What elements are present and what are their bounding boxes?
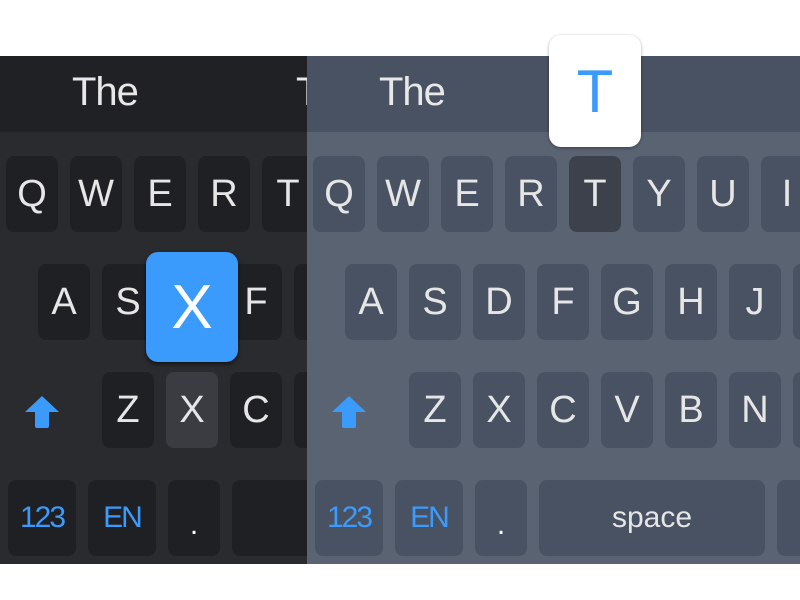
key-j[interactable]: J	[729, 264, 781, 340]
suggestion-word[interactable]: The	[72, 70, 139, 115]
key-s[interactable]: S	[409, 264, 461, 340]
key-a[interactable]: A	[345, 264, 397, 340]
numbers-key[interactable]: 123	[315, 480, 383, 556]
language-key[interactable]: EN	[395, 480, 463, 556]
key-t-pressed[interactable]: T	[569, 156, 621, 232]
key-k[interactable]	[793, 264, 800, 340]
key-r[interactable]: R	[198, 156, 250, 232]
key-i[interactable]: I	[761, 156, 800, 232]
language-key[interactable]: EN	[88, 480, 156, 556]
next-key[interactable]	[777, 480, 800, 556]
key-preview-popup-x: X	[146, 252, 238, 362]
key-c[interactable]: C	[230, 372, 282, 448]
key-a[interactable]: A	[38, 264, 90, 340]
key-m[interactable]	[793, 372, 800, 448]
suggestion-bar: The T	[0, 56, 307, 132]
key-u[interactable]: U	[697, 156, 749, 232]
numbers-key[interactable]: 123	[8, 480, 76, 556]
key-r[interactable]: R	[505, 156, 557, 232]
shift-key[interactable]	[323, 372, 375, 448]
period-key[interactable]: .	[475, 480, 527, 556]
key-d[interactable]: D	[473, 264, 525, 340]
key-v[interactable]	[294, 372, 307, 448]
key-h[interactable]: H	[665, 264, 717, 340]
key-g[interactable]: G	[601, 264, 653, 340]
key-z[interactable]: Z	[409, 372, 461, 448]
key-x[interactable]: X	[473, 372, 525, 448]
key-w[interactable]: W	[377, 156, 429, 232]
key-f[interactable]: F	[537, 264, 589, 340]
key-z[interactable]: Z	[102, 372, 154, 448]
key-g[interactable]: G	[294, 264, 307, 340]
key-x-pressed[interactable]: X	[166, 372, 218, 448]
key-y[interactable]: Y	[633, 156, 685, 232]
key-v[interactable]: V	[601, 372, 653, 448]
key-n[interactable]: N	[729, 372, 781, 448]
space-key[interactable]	[232, 480, 307, 556]
key-e[interactable]: E	[441, 156, 493, 232]
key-b[interactable]: B	[665, 372, 717, 448]
period-key[interactable]: .	[168, 480, 220, 556]
suggestion-word[interactable]: T	[296, 70, 307, 115]
shift-key[interactable]	[16, 372, 68, 448]
suggestion-word[interactable]: The	[379, 70, 446, 115]
key-c[interactable]: C	[537, 372, 589, 448]
shift-arrow-icon	[25, 396, 59, 428]
key-q[interactable]: Q	[313, 156, 365, 232]
space-key[interactable]: space	[539, 480, 765, 556]
key-e[interactable]: E	[134, 156, 186, 232]
key-t[interactable]: T	[262, 156, 307, 232]
shift-arrow-icon	[332, 396, 366, 428]
key-preview-popup-t: T	[549, 35, 641, 147]
key-q[interactable]: Q	[6, 156, 58, 232]
key-w[interactable]: W	[70, 156, 122, 232]
